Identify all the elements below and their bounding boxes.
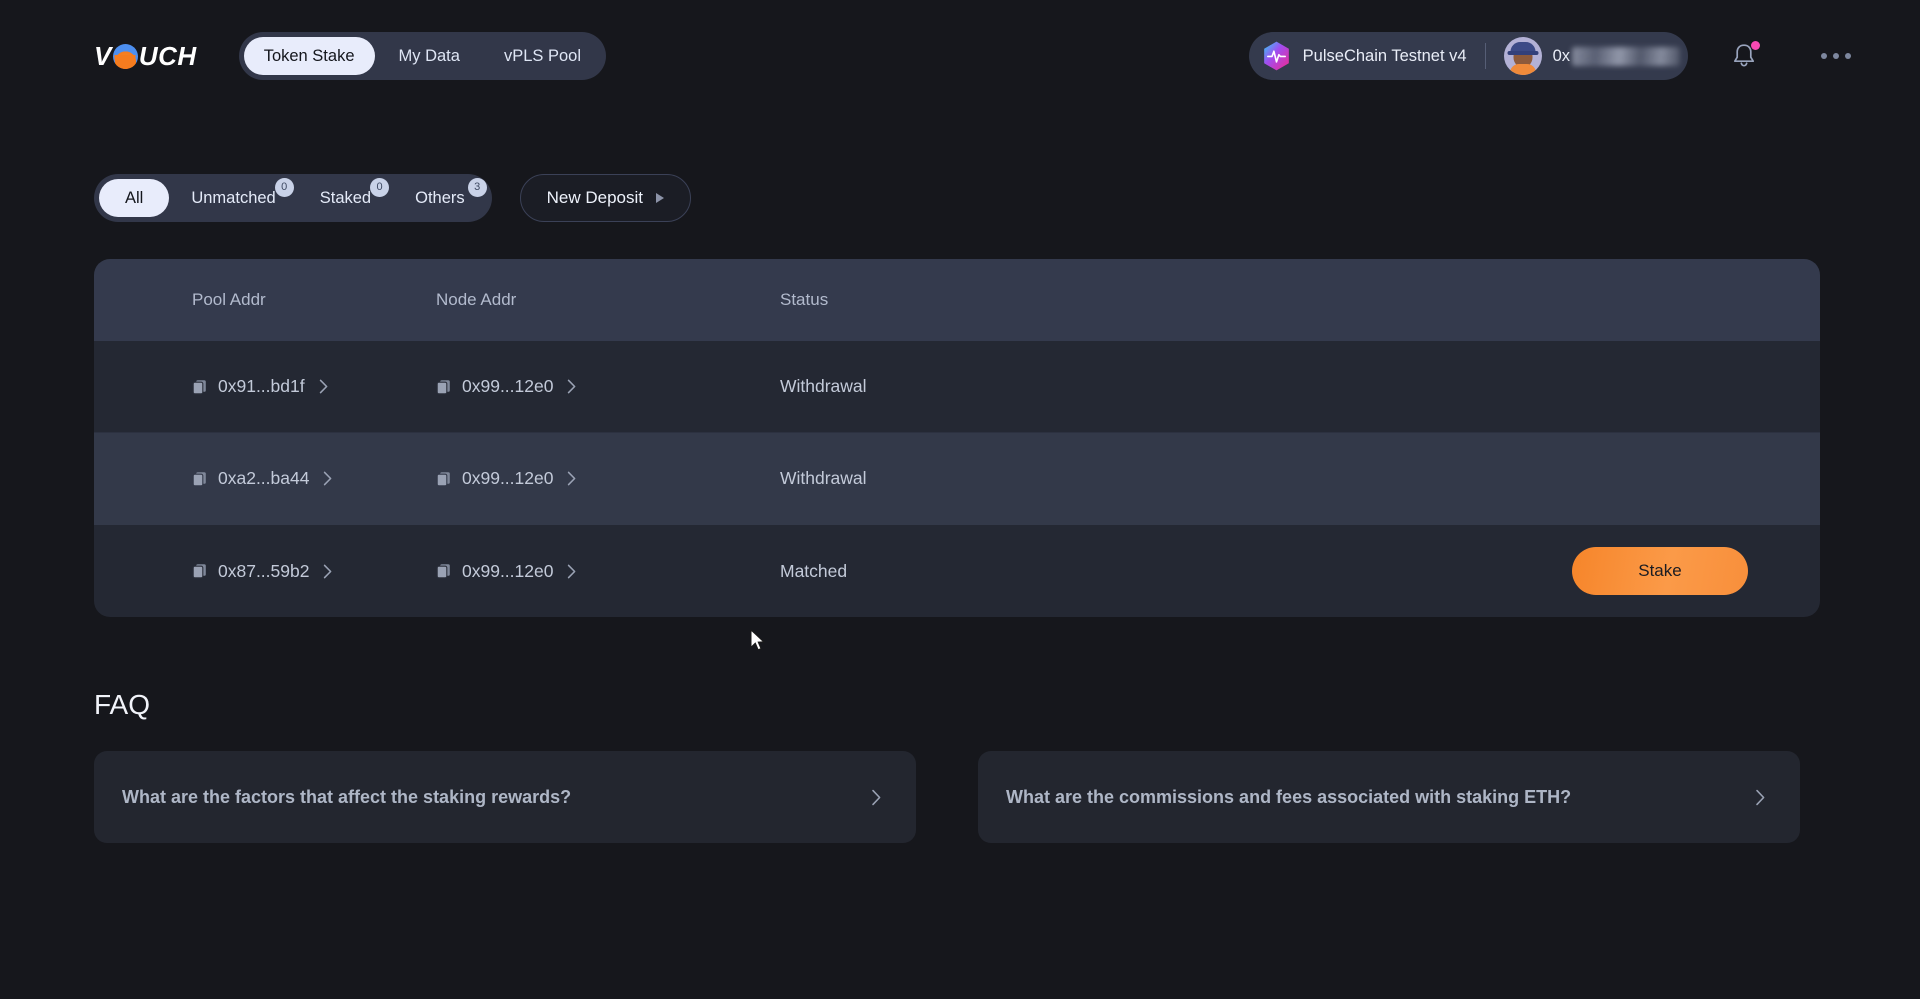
cell-status: Withdrawal [780,376,1110,397]
bell-icon [1731,41,1760,70]
vouch-logo-icon [112,43,138,69]
chevron-right-icon [567,379,577,394]
cell-status: Withdrawal [780,468,1110,489]
filter-label: Unmatched [191,189,276,207]
brand-logo-text: V UCH [94,41,197,72]
faq-list: What are the factors that affect the sta… [94,751,1826,843]
chevron-right-icon [567,471,577,486]
main-content: All Unmatched 0 Staked 0 Others 3 New De… [0,174,1920,843]
pool-addr-value: 0x87...59b2 [218,560,310,581]
chevron-right-icon [323,471,333,486]
cell-pool-addr: 0x87...59b2 [94,561,436,582]
filter-toolbar: All Unmatched 0 Staked 0 Others 3 New De… [94,174,1826,222]
node-addr-link[interactable]: 0x99...12e0 [436,468,577,489]
copy-icon[interactable] [192,563,207,579]
wallet-address-prefix: 0x [1552,46,1570,65]
cell-node-addr: 0x99...12e0 [436,468,780,489]
table-row[interactable]: 0x87...59b2 0x99...12e0 Matched Stake [94,525,1820,617]
account-chip[interactable]: 0x [1486,37,1680,75]
node-addr-link[interactable]: 0x99...12e0 [436,561,577,582]
status-filter-group: All Unmatched 0 Staked 0 Others 3 [94,174,492,222]
new-deposit-button[interactable]: New Deposit [519,174,692,222]
status-badge: Matched [780,560,848,581]
node-addr-value: 0x99...12e0 [462,376,554,396]
table-row[interactable]: 0xa2...ba44 0x99...12e0 Withdrawal [94,433,1820,525]
faq-item[interactable]: What are the commissions and fees associ… [978,751,1800,843]
pool-addr-link[interactable]: 0x91...bd1f [192,376,329,397]
header-right-group: PulseChain Testnet v4 0x [1248,28,1864,84]
user-avatar-icon [1503,37,1542,75]
copy-icon[interactable] [436,379,451,395]
new-deposit-label: New Deposit [546,188,644,207]
copy-icon[interactable] [192,379,207,395]
cell-pool-addr: 0xa2...ba44 [94,468,436,489]
filter-label: Others [415,189,465,207]
column-header-node-addr: Node Addr [436,290,517,309]
table-row[interactable]: 0x91...bd1f 0x99...12e0 Withdrawal [94,341,1820,433]
wallet-address: 0x [1552,46,1680,66]
chain-selector[interactable]: PulseChain Testnet v4 [1263,41,1485,71]
copy-icon[interactable] [436,471,451,487]
pool-addr-value: 0x91...bd1f [218,376,305,396]
pool-addr-link[interactable]: 0xa2...ba44 [192,468,333,489]
node-addr-value: 0x99...12e0 [462,560,554,581]
cell-action: Stake [1110,547,1820,595]
cell-node-addr: 0x99...12e0 [436,561,780,582]
chevron-right-icon [1755,789,1766,806]
filter-badge-count: 0 [274,178,294,197]
faq-item[interactable]: What are the factors that affect the sta… [94,751,916,843]
nav-item-my-data[interactable]: My Data [379,37,480,75]
faq-question: What are the factors that affect the sta… [122,786,572,807]
filter-badge-count: 3 [467,178,487,197]
chevron-right-icon [871,789,882,806]
copy-icon[interactable] [436,563,451,579]
faq-question: What are the commissions and fees associ… [1006,786,1572,807]
pool-addr-value: 0xa2...ba44 [218,468,310,488]
stake-button[interactable]: Stake [1572,547,1748,595]
nav-item-label: Token Stake [263,47,355,65]
more-options-button[interactable] [1808,28,1864,84]
chevron-right-icon [567,564,577,579]
filter-item-others[interactable]: Others 3 [393,178,487,217]
wallet-bar: PulseChain Testnet v4 0x [1248,32,1688,80]
pool-addr-link[interactable]: 0x87...59b2 [192,561,333,582]
caret-right-icon [656,193,665,203]
chevron-right-icon [319,379,329,394]
copy-icon[interactable] [192,471,207,487]
filter-item-staked[interactable]: Staked 0 [298,178,393,217]
column-header-pool-addr: Pool Addr [192,290,266,309]
node-addr-link[interactable]: 0x99...12e0 [436,376,577,397]
filter-item-unmatched[interactable]: Unmatched 0 [169,178,297,217]
status-badge: Withdrawal [780,376,867,396]
filter-label: All [125,189,144,207]
chain-name: PulseChain Testnet v4 [1302,46,1467,65]
brand-logo-letter-v: V [94,40,112,71]
chevron-right-icon [323,564,333,579]
cell-pool-addr: 0x91...bd1f [94,376,436,397]
wallet-address-redacted [1572,46,1680,66]
nav-item-vpls-pool[interactable]: vPLS Pool [484,37,601,75]
cell-status: Matched [780,561,1110,582]
notifications-button[interactable] [1716,28,1772,84]
faq-title: FAQ [94,689,151,720]
node-addr-value: 0x99...12e0 [462,468,554,488]
pools-table: Pool Addr Node Addr Status 0x91...bd1f 0… [94,259,1820,617]
brand-logo-letters-uch: UCH [138,40,197,71]
column-header-status: Status [780,290,829,309]
filter-badge-count: 0 [370,178,390,197]
filter-item-all[interactable]: All [99,179,170,217]
more-horizontal-icon [1821,53,1851,59]
cell-node-addr: 0x99...12e0 [436,376,780,397]
brand-logo[interactable]: V UCH [94,41,197,71]
filter-label: Staked [319,189,372,207]
table-header-row: Pool Addr Node Addr Status [94,259,1820,341]
app-header: V UCH Token Stake My Data vPLS Pool Puls… [0,0,1920,112]
pulsechain-icon [1263,41,1290,71]
nav-item-label: vPLS Pool [503,47,581,65]
status-badge: Withdrawal [780,468,867,488]
primary-nav: Token Stake My Data vPLS Pool [238,32,606,80]
nav-item-token-stake[interactable]: Token Stake [243,37,375,75]
nav-item-label: My Data [398,47,460,65]
notification-unread-dot [1751,41,1760,50]
